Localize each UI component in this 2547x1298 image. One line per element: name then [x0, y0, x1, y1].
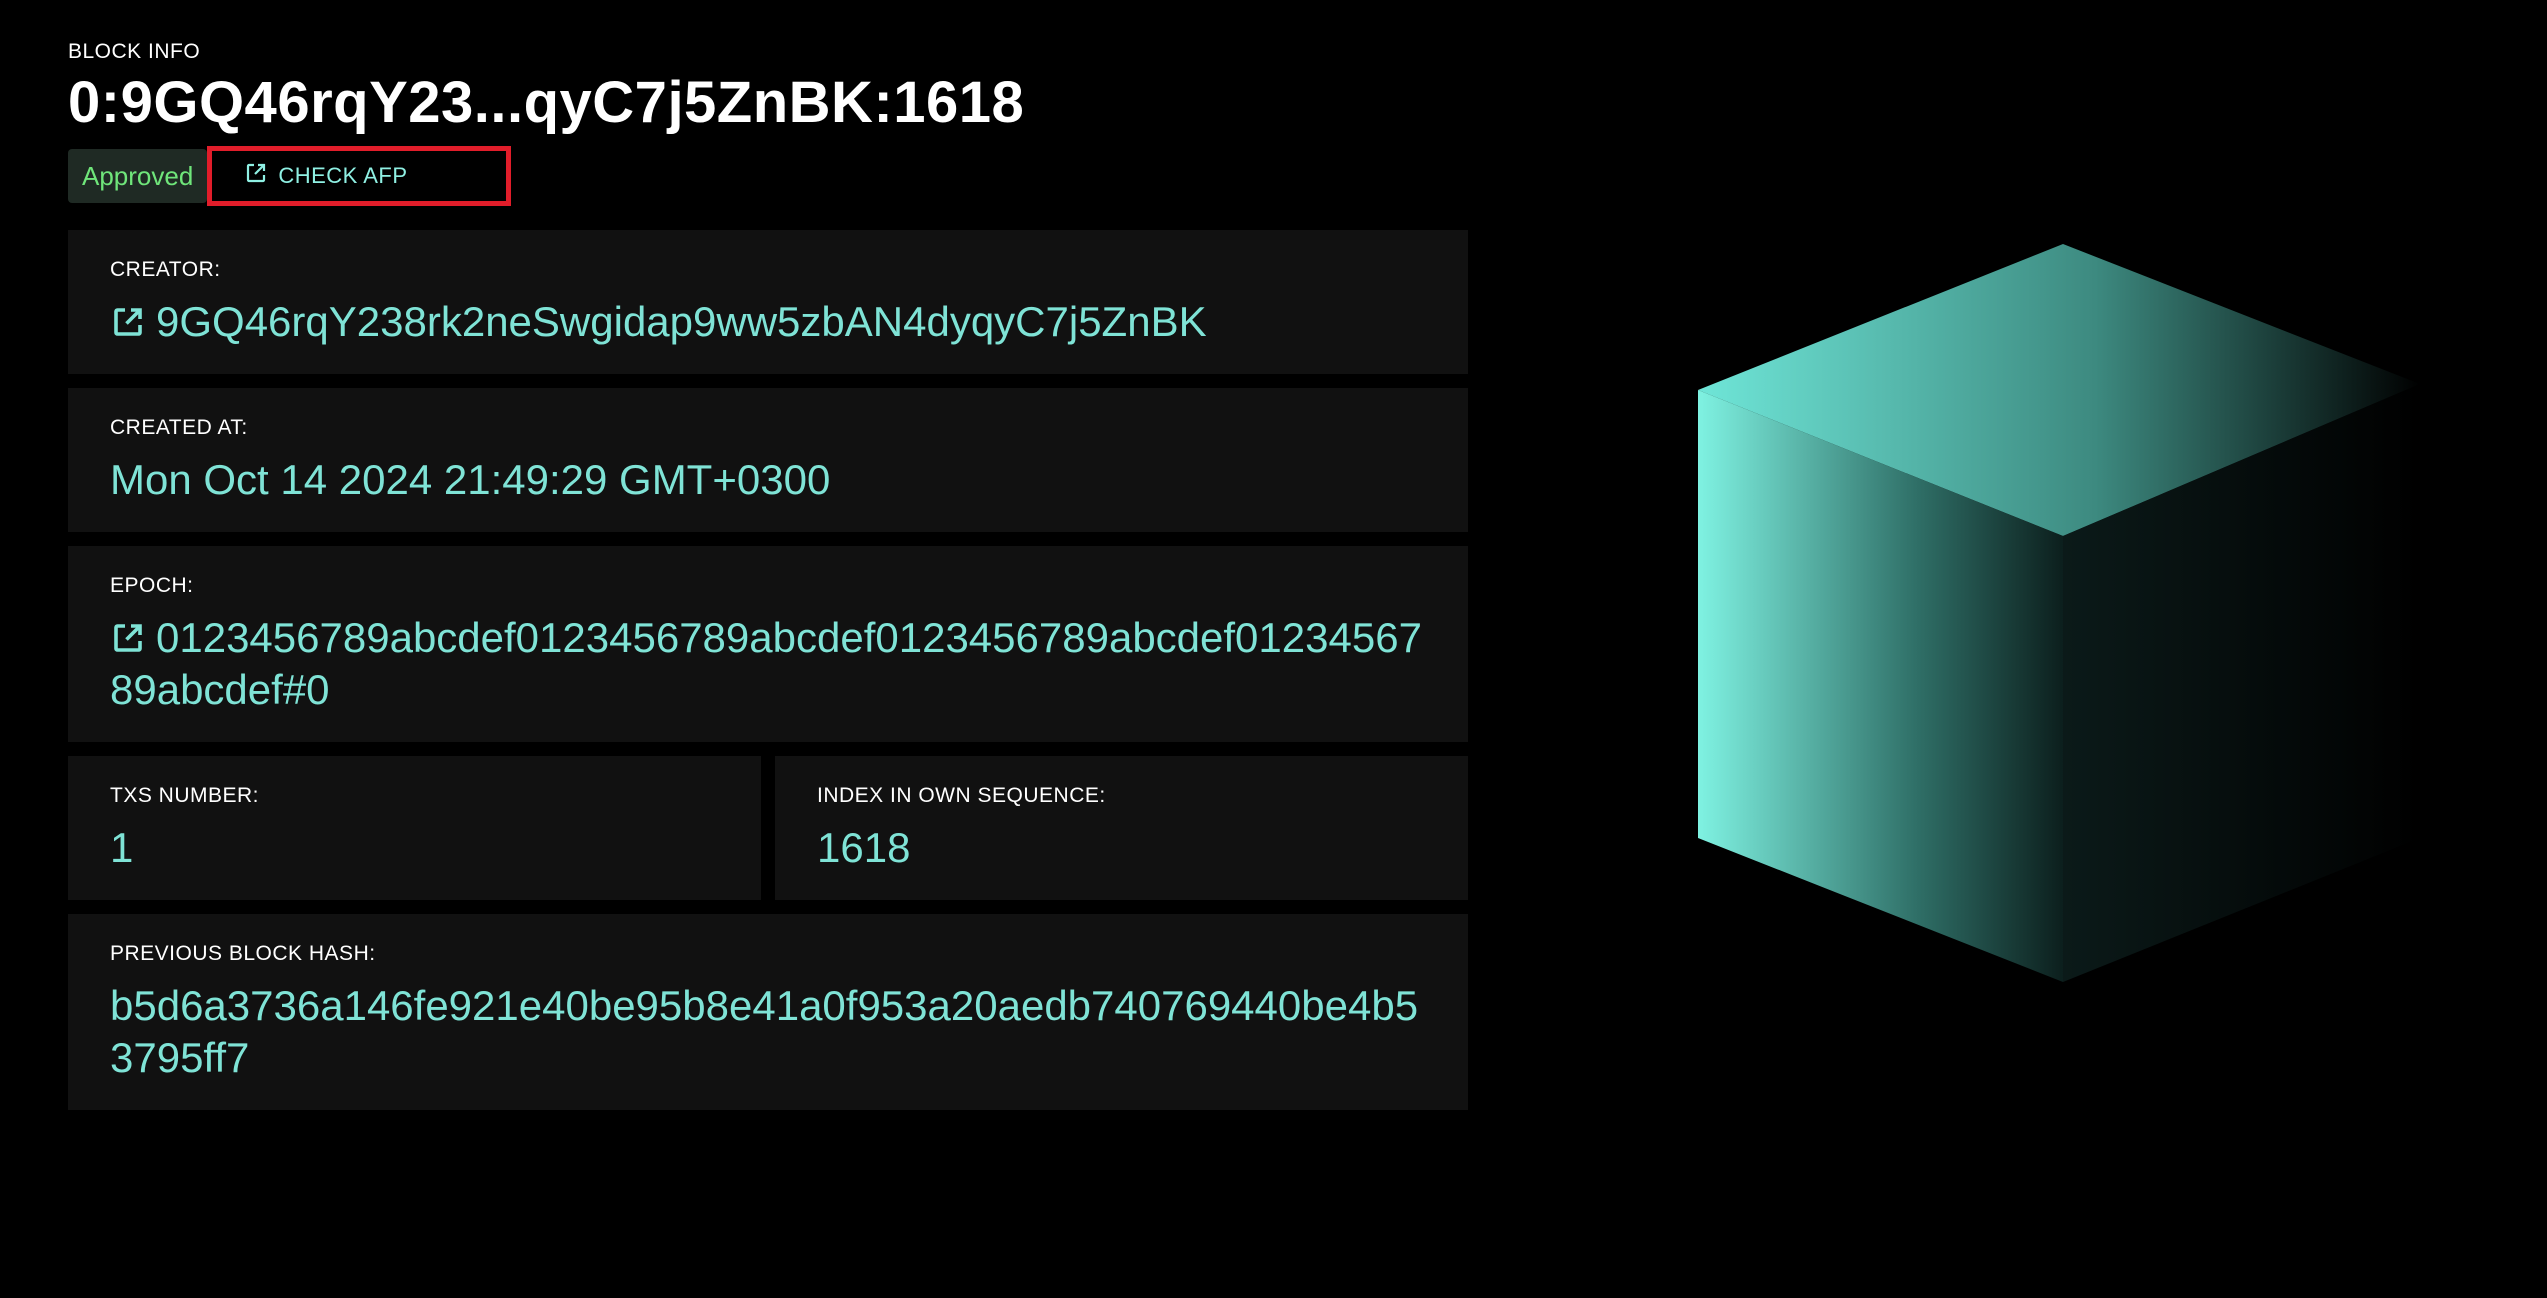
epoch-card: EPOCH: 0123456789abcdef0123456789abcdef0…	[68, 546, 1468, 742]
index-in-sequence-card: INDEX IN OWN SEQUENCE: 1618	[775, 756, 1468, 900]
external-link-icon	[110, 300, 146, 336]
check-afp-label: CHECK AFP	[278, 163, 408, 188]
previous-block-hash-label: PREVIOUS BLOCK HASH:	[110, 942, 376, 965]
check-afp-button[interactable]: CHECK AFP	[207, 146, 512, 206]
epoch-value: 0123456789abcdef0123456789abcdef01234567…	[110, 614, 1422, 713]
section-eyebrow: BLOCK INFO	[68, 40, 201, 63]
created-at-label: CREATED AT:	[110, 416, 248, 439]
index-in-sequence-value: 1618	[817, 824, 911, 871]
external-link-icon	[244, 161, 268, 191]
external-link-icon	[110, 616, 146, 652]
creator-card: CREATOR: 9GQ46rqY238rk2neSwgidap9ww5zbAN…	[68, 230, 1468, 374]
created-at-value: Mon Oct 14 2024 21:49:29 GMT+0300	[110, 456, 831, 503]
epoch-label: EPOCH:	[110, 574, 194, 597]
block-info-page: BLOCK INFO 0:9GQ46rqY23...qyC7j5ZnBK:161…	[0, 0, 2547, 1298]
counts-row: TXS NUMBER: 1 INDEX IN OWN SEQUENCE: 161…	[68, 756, 1468, 900]
previous-block-hash-value: b5d6a3736a146fe921e40be95b8e41a0f953a20a…	[110, 982, 1419, 1081]
creator-link[interactable]: 9GQ46rqY238rk2neSwgidap9ww5zbAN4dyqyC7j5…	[110, 296, 1426, 348]
block-id-title: 0:9GQ46rqY23...qyC7j5ZnBK:1618	[68, 70, 1025, 135]
txs-number-value: 1	[110, 824, 134, 871]
index-in-sequence-label: INDEX IN OWN SEQUENCE:	[817, 784, 1106, 807]
txs-number-label: TXS NUMBER:	[110, 784, 260, 807]
block-info-panel: BLOCK INFO 0:9GQ46rqY23...qyC7j5ZnBK:161…	[68, 40, 1468, 1124]
creator-label: CREATOR:	[110, 258, 221, 281]
status-badge: Approved	[68, 149, 208, 203]
creator-address: 9GQ46rqY238rk2neSwgidap9ww5zbAN4dyqyC7j5…	[156, 298, 1207, 345]
previous-block-hash-card: PREVIOUS BLOCK HASH: b5d6a3736a146fe921e…	[68, 914, 1468, 1110]
txs-number-card: TXS NUMBER: 1	[68, 756, 761, 900]
created-at-card: CREATED AT: Mon Oct 14 2024 21:49:29 GMT…	[68, 388, 1468, 532]
epoch-link[interactable]: 0123456789abcdef0123456789abcdef01234567…	[110, 612, 1426, 716]
cube-illustration	[1690, 240, 2430, 1000]
status-row: Approved CHECK AFP	[68, 146, 1468, 206]
